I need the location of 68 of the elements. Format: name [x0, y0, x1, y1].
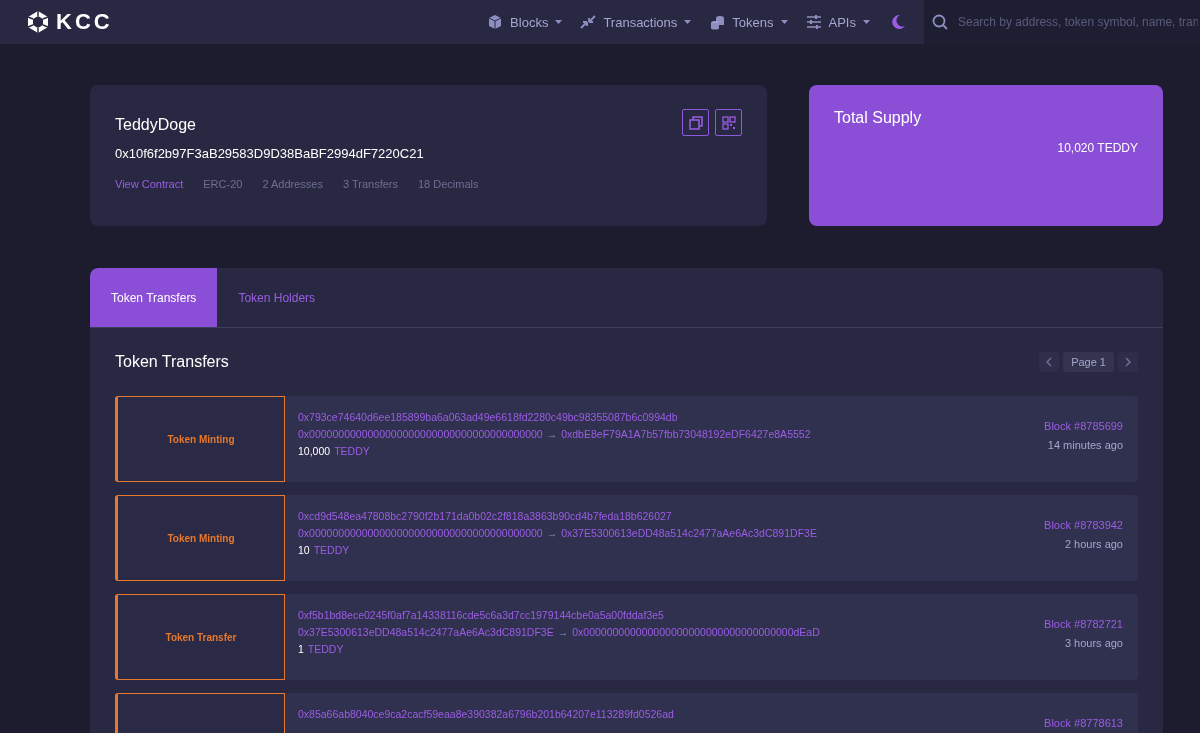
search-icon	[932, 14, 948, 30]
arrows-icon	[580, 14, 597, 30]
token-fact: 18 Decimals	[418, 178, 479, 190]
previous-page-button[interactable]	[1039, 352, 1060, 372]
caret-icon	[555, 20, 563, 24]
time-ago: 14 minutes ago	[1047, 439, 1123, 451]
moon-icon[interactable]	[890, 14, 906, 30]
supply-value: 10,020 TEDDY	[1057, 141, 1138, 155]
token-fact: ERC-20	[203, 178, 243, 190]
token-amount: 1	[298, 643, 304, 655]
nav-menu[interactable]: APIs	[805, 14, 870, 30]
token-fact: 2 Addresses	[262, 178, 323, 190]
token-symbol-link[interactable]: TEDDY	[307, 643, 344, 655]
token-fact: 3 Transfers	[342, 178, 398, 190]
block-link[interactable]: Block #8782721	[1044, 618, 1123, 630]
to-address-link[interactable]: 0x37E5300613eDD48a514c2477aAe6Ac3dC891DF3E	[561, 527, 817, 539]
transaction-hash-link[interactable]: 0x85a66ab8040ce9ca2cacf59eaa8e390382a6796b201b64207e113289fd0526ad	[298, 708, 1045, 720]
block-link[interactable]: Block #8785699	[1044, 420, 1123, 432]
coins-icon	[709, 14, 726, 30]
chevron-right-icon	[1125, 357, 1131, 367]
logo-icon	[26, 10, 50, 34]
block-link[interactable]: Block #8783942	[1044, 519, 1123, 531]
chevron-left-icon	[1046, 357, 1053, 367]
tab[interactable]: Token Transfers	[90, 268, 218, 327]
transfer-type-label: Token Transfer	[165, 631, 237, 643]
transaction-hash-link[interactable]: 0xf5b1bd8ece0245f0af7a14338116cde5c6a3d7cc1979144cbe0a5a00fddaf3e5	[298, 609, 1045, 621]
token-amount: 10,000	[298, 445, 331, 457]
from-address-link[interactable]: 0x0000000000000000000000000000000000000000	[298, 428, 543, 440]
to-address-link[interactable]: 0x000000000000000000000000000000000000dEaD	[572, 626, 820, 638]
token-symbol-link[interactable]: TEDDY	[313, 544, 350, 556]
section-title: Token Transfers	[115, 353, 229, 371]
token-name: TeddyDoge	[115, 116, 196, 134]
from-address-link[interactable]: 0x37E5300613eDD48a514c2477aAe6Ac3dC891DF3E	[298, 626, 554, 638]
page-indicator: Page 1	[1063, 352, 1114, 372]
time-ago: 2 hours ago	[1064, 538, 1123, 550]
search-field[interactable]: Search by address, token symbol, name, tran	[956, 14, 1200, 30]
transaction-hash-link[interactable]: 0xcd9d548ea47808bc2790f2b171da0b02c2f818a3863b90cd4b7feda18b626027	[298, 510, 1045, 522]
nav-menu[interactable]: Transactions	[580, 14, 692, 30]
sliders-icon	[805, 14, 822, 30]
copy-icon	[688, 115, 703, 130]
transfer-type-label: Token Minting	[167, 433, 235, 445]
qr-code-icon	[721, 115, 736, 130]
token-amount: 10	[298, 544, 310, 556]
token-address: 0x10f6f2b97F3aB29583D9D38BaBF2994dF7220C21	[115, 146, 425, 161]
qr-code-button[interactable]	[715, 109, 742, 136]
copy-button[interactable]	[682, 109, 709, 136]
cube-icon	[487, 14, 504, 30]
token-symbol-link[interactable]: TEDDY	[334, 445, 370, 457]
logo-text: KCC	[56, 9, 113, 35]
supply-title: Total Supply	[834, 109, 923, 127]
search-bar[interactable]: Search by address, token symbol, name, tran	[924, 0, 1200, 44]
from-address-link[interactable]: 0x0000000000000000000000000000000000000000	[298, 527, 543, 539]
transfer-type-label: Token Minting	[167, 532, 235, 544]
time-ago: 3 hours ago	[1064, 637, 1123, 649]
caret-icon	[780, 20, 788, 24]
block-link[interactable]: Block #8778613	[1044, 717, 1123, 729]
nav-menu[interactable]: Tokens	[709, 14, 788, 30]
transaction-hash-link[interactable]: 0x793ce74640d6ee185899ba6a063ad49e6618fd2280c49bc98355087b6c0994db	[298, 411, 1045, 423]
tab[interactable]: Token Holders	[217, 268, 337, 327]
view-contract-link[interactable]: View Contract	[115, 178, 184, 190]
next-page-button[interactable]	[1118, 352, 1138, 372]
caret-icon	[863, 20, 870, 24]
caret-icon	[684, 20, 692, 24]
to-address-link[interactable]: 0xdbE8eF79A1A7b57fbb73048192eDF6427e8A5552	[561, 428, 811, 440]
arrow-glyph: →	[546, 527, 558, 539]
arrow-glyph: →	[546, 428, 558, 440]
nav-menu[interactable]: Blocks	[487, 14, 563, 30]
arrow-glyph: →	[557, 626, 569, 638]
